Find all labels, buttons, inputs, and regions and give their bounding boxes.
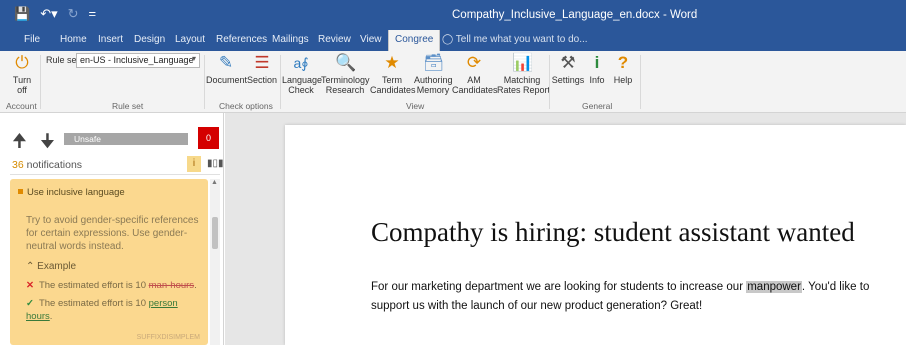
error-count-badge: 0 [198,127,219,149]
tab-review[interactable]: Review [318,34,351,45]
divider [10,174,220,175]
language-check-button[interactable]: a∮ Language Check [282,53,322,95]
group-label-account: Account [6,101,37,111]
quick-access-toolbar: 💾 ↶▾ ↻ = [14,7,96,21]
matching-rates-chart-icon: 📊 [512,53,534,72]
tab-home[interactable]: Home [60,34,87,45]
tab-mailings[interactable]: Mailings [272,34,309,45]
card-footer-text: SUFFIXDISIMPLEM [136,334,200,341]
section-check-icon: ☰ [254,53,270,72]
tab-file[interactable]: File [24,34,40,45]
tab-references[interactable]: References [216,34,267,45]
lightbulb-icon: ◯ [442,34,456,45]
power-icon: ⏻ [15,53,29,72]
chevron-down-icon: ▾ [191,54,196,63]
settings-button[interactable]: ⚒ Settings [551,53,585,85]
document-heading[interactable]: Compathy is hiring: student assistant wa… [371,217,855,248]
authoring-memory-icon: 🗃 [423,53,445,72]
checkmark-icon: ✓ [26,298,34,309]
notification-card[interactable]: Use inclusive language Try to avoid gend… [10,179,208,345]
customize-toolbar-icon[interactable]: = [89,7,97,21]
wrench-icon: ⚒ [560,53,576,72]
group-label-rule-set: Rule set [112,101,144,111]
help-button[interactable]: ? Help [611,53,635,85]
document-check-button[interactable]: ✎ Document [206,53,247,85]
group-separator [40,55,41,109]
terminology-research-button[interactable]: 🔍 Terminology Research [321,53,370,95]
bad-example: ✕ The estimated effort is 10 man-hours. [26,280,197,291]
ribbon-tabs: File Home Insert Design Layout Reference… [0,30,906,51]
notification-title: Use inclusive language [18,187,125,198]
cross-icon: ✕ [26,280,34,291]
status-bar: Unsafe [64,133,188,145]
severity-square-icon [18,189,23,194]
previous-arrow-icon[interactable]: 🠉 [12,129,27,159]
rule-set-label: Rule set [46,55,80,65]
notifications-count: 36 notifications [12,159,83,171]
group-label-general: General [582,101,613,111]
help-icon: ? [617,53,629,72]
group-label-view: View [406,101,425,111]
tab-design[interactable]: Design [134,34,165,45]
info-filter-icon[interactable]: i [187,156,201,172]
example-toggle[interactable]: ⌃ Example [26,261,76,272]
matching-rates-report-button[interactable]: 📊 Matching Rates Report [497,53,550,95]
scroll-thumb[interactable] [212,217,218,249]
statistics-icon[interactable]: ▮▯▮ [207,158,224,169]
document-paragraph[interactable]: For our marketing department we are look… [371,278,901,316]
next-arrow-icon[interactable]: 🠋 [40,129,55,159]
term-candidates-button[interactable]: ★ Term Candidates [370,53,416,95]
tab-congree[interactable]: Congree [388,30,441,51]
terminology-research-icon: 🔍 [335,53,357,72]
group-separator [280,55,281,109]
undo-icon[interactable]: ↶▾ [40,7,57,21]
congree-ribbon: ⏻ Turn off Account Rule set en-US - Incl… [0,51,906,113]
tab-view[interactable]: View [360,34,382,45]
turn-off-button[interactable]: ⏻ Turn off [8,53,36,95]
window-title: Compathy_Inclusive_Language_en.docx - Wo… [452,9,698,21]
save-icon[interactable]: 💾 [14,7,30,21]
group-separator [640,55,641,109]
group-label-check-options: Check options [219,101,273,111]
am-candidates-icon: ⟳ [466,53,482,72]
authoring-memory-button[interactable]: 🗃 Authoring Memory [414,53,453,95]
tab-layout[interactable]: Layout [175,34,205,45]
scroll-up-icon[interactable]: ▲ [211,179,218,186]
section-check-button[interactable]: ☰ Section [247,53,277,85]
highlighted-term[interactable]: manpower [746,281,802,293]
group-separator [204,55,205,109]
tell-me-search[interactable]: ◯ Tell me what you want to do... [442,34,588,45]
am-candidates-button[interactable]: ⟳ AM Candidates [452,53,498,95]
side-pane-scrollbar[interactable]: ▲ [210,179,220,345]
title-bar: 💾 ↶▾ ↻ = Compathy_Inclusive_Language_en.… [0,0,906,30]
info-icon: i [594,53,600,72]
notification-description: Try to avoid gender-specific references … [26,215,199,252]
info-button[interactable]: i Info [586,53,608,85]
group-separator [549,55,550,109]
rule-set-dropdown[interactable]: en-US - Inclusive_Language ▾ [76,53,200,68]
tab-insert[interactable]: Insert [98,34,123,45]
good-example: ✓ The estimated effort is 10 person hours… [26,298,178,322]
chevron-up-icon: ⌃ [26,261,38,272]
redo-icon[interactable]: ↻ [68,7,79,21]
document-check-icon: ✎ [218,53,234,72]
language-check-icon: a∮ [293,55,309,71]
congree-side-pane: 🠉 🠋 Unsafe 0 36 notifications i ▮▯▮ Use … [0,113,224,345]
term-candidates-icon: ★ [384,53,400,72]
tell-me-text: Tell me what you want to do... [455,34,588,45]
